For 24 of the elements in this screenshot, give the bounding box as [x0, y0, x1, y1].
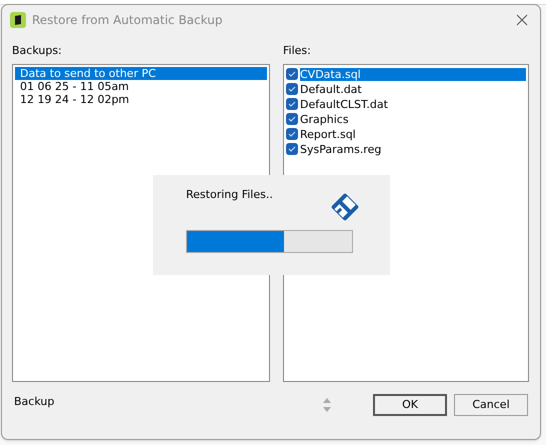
- backup-item[interactable]: 01 06 25 - 11 05am: [15, 80, 267, 92]
- checkbox[interactable]: [286, 98, 298, 110]
- file-item[interactable]: Default.dat: [300, 82, 526, 96]
- cancel-button[interactable]: Cancel: [454, 394, 528, 416]
- checkbox[interactable]: [286, 83, 298, 95]
- file-item[interactable]: SysParams.reg: [300, 142, 526, 156]
- backups-label: Backups:: [12, 43, 63, 59]
- window-title: Restore from Automatic Backup: [32, 12, 222, 29]
- backup-item[interactable]: 12 19 24 - 12 02pm: [15, 92, 267, 106]
- file-item[interactable]: Report.sql: [300, 128, 526, 140]
- file-item[interactable]: DefaultCLST.dat: [300, 98, 526, 110]
- file-item[interactable]: Graphics: [300, 112, 526, 126]
- status-text: Backup: [14, 394, 54, 410]
- file-item[interactable]: CVData.sql: [300, 68, 526, 80]
- close-icon[interactable]: [516, 14, 528, 26]
- checkbox[interactable]: [286, 68, 298, 80]
- files-label: Files:: [283, 43, 312, 59]
- app-icon: [10, 12, 26, 28]
- backup-item[interactable]: Data to send to other PC: [15, 66, 267, 80]
- checkbox[interactable]: [286, 128, 298, 140]
- checkbox[interactable]: [286, 113, 298, 125]
- ok-button[interactable]: OK: [373, 394, 447, 416]
- checkbox[interactable]: [286, 143, 298, 155]
- progress-message: Restoring Files..: [186, 187, 273, 203]
